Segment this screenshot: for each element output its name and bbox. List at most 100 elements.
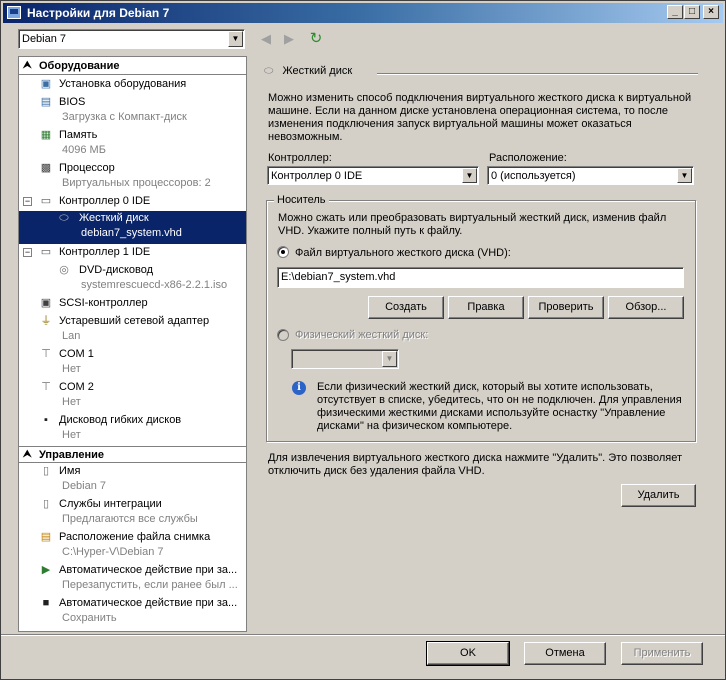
inspect-button[interactable]: Проверить bbox=[528, 296, 604, 319]
settings-window: Настройки для Debian 7 _ □ × Debian 7 ▼ … bbox=[0, 0, 726, 680]
title-bar[interactable]: Настройки для Debian 7 _ □ × bbox=[3, 3, 723, 23]
tree-item-floppy[interactable]: ▪ Дисковод гибких дисков Нет bbox=[19, 413, 246, 445]
create-button[interactable]: Создать bbox=[368, 296, 444, 319]
tree-item-label: Жесткий диск bbox=[79, 212, 149, 224]
media-description: Можно сжать или преобразовать виртуальны… bbox=[278, 212, 667, 237]
tree-item-bios[interactable]: ▤ BIOS Загрузка с Компакт-диск bbox=[19, 95, 246, 127]
chevron-down-icon[interactable]: ▼ bbox=[677, 168, 692, 183]
tree-item-ide1[interactable]: − ▭ Контроллер 1 IDE bbox=[19, 245, 246, 262]
ok-button[interactable]: OK bbox=[426, 641, 510, 666]
tree-item-dvd[interactable]: ◎ DVD-дисковод systemrescuecd-x86-2.2.1.… bbox=[19, 263, 246, 295]
tree-item-ide0[interactable]: − ▭ Контроллер 0 IDE bbox=[19, 194, 246, 211]
panel-header: ⬭ Жесткий диск bbox=[264, 65, 352, 78]
minimize-button[interactable]: _ bbox=[667, 5, 683, 19]
collapse-toggle-icon[interactable]: − bbox=[23, 197, 32, 206]
settings-tree[interactable]: ⮝ Оборудование ▣ Установка оборудования … bbox=[18, 56, 247, 632]
tree-item-label: Контроллер 0 IDE bbox=[59, 195, 151, 207]
tree-item-sub: debian7_system.vhd bbox=[81, 227, 182, 239]
panel-description: Можно изменить способ подключения виртуа… bbox=[268, 92, 692, 143]
controller-select[interactable]: Контроллер 0 IDE ▼ bbox=[267, 166, 479, 185]
hard-disk-icon: ⬭ bbox=[264, 65, 274, 77]
vhd-radio-label[interactable]: Файл виртуального жесткого диска (VHD): bbox=[295, 247, 511, 259]
tree-item-com2[interactable]: ⊤ COM 2 Нет bbox=[19, 380, 246, 412]
tree-item-label: Процессор bbox=[59, 162, 115, 174]
tree-item-memory[interactable]: ▦ Память 4096 МБ bbox=[19, 128, 246, 160]
info-icon: i bbox=[292, 381, 306, 395]
integration-services-icon: ▯ bbox=[42, 498, 50, 510]
tree-item-sub: Lan bbox=[62, 330, 81, 342]
location-label: Расположение: bbox=[489, 152, 567, 164]
tree-item-sub: Нет bbox=[62, 396, 81, 408]
tree-item-network[interactable]: ⏚ Устаревший сетевой адаптер Lan bbox=[19, 314, 246, 346]
tree-item-sub: Виртуальных процессоров: 2 bbox=[62, 177, 211, 189]
media-group-label: Носитель bbox=[274, 194, 329, 206]
back-arrow-icon[interactable]: ◀ bbox=[258, 31, 274, 47]
chevron-down-icon[interactable]: ▼ bbox=[228, 31, 243, 47]
header-divider bbox=[377, 73, 698, 75]
tree-item-scsi[interactable]: ▣ SCSI-контроллер bbox=[19, 296, 246, 313]
cancel-button[interactable]: Отмена bbox=[524, 642, 606, 665]
tree-item-hard-disk[interactable]: ⬭ Жесткий диск debian7_system.vhd bbox=[19, 211, 246, 244]
tree-item-label: Контроллер 1 IDE bbox=[59, 246, 151, 258]
vm-selector-value: Debian 7 bbox=[22, 33, 67, 45]
com-port-icon: ⊤ bbox=[41, 348, 51, 360]
section-hardware[interactable]: ⮝ Оборудование bbox=[19, 58, 246, 75]
collapse-icon[interactable]: ⮝ bbox=[23, 60, 32, 71]
tree-item-sub: Нет bbox=[62, 363, 81, 375]
physical-disk-radio[interactable] bbox=[277, 329, 289, 341]
section-hardware-label: Оборудование bbox=[39, 60, 120, 72]
info-text: Если физический жесткий диск, который вы… bbox=[317, 381, 682, 432]
tree-item-label: COM 2 bbox=[59, 381, 94, 393]
apply-button[interactable]: Применить bbox=[621, 642, 703, 665]
chevron-down-icon[interactable]: ▼ bbox=[462, 168, 477, 183]
browse-button[interactable]: Обзор... bbox=[608, 296, 684, 319]
tree-item-label: Имя bbox=[59, 465, 81, 477]
section-management-label: Управление bbox=[39, 449, 105, 461]
collapse-icon[interactable]: ⮝ bbox=[23, 449, 32, 460]
tree-item-integration[interactable]: ▯ Службы интеграции Предлагаются все слу… bbox=[19, 497, 246, 529]
vm-selector[interactable]: Debian 7 ▼ bbox=[18, 29, 245, 49]
tree-item-label: Устаревший сетевой адаптер bbox=[59, 315, 210, 327]
tree-item-sub: Сохранить bbox=[62, 612, 117, 624]
tree-item-sub: C:\Hyper-V\Debian 7 bbox=[62, 546, 164, 558]
maximize-button[interactable]: □ bbox=[684, 5, 700, 19]
physical-disk-select[interactable]: ▼ bbox=[291, 349, 399, 369]
tree-item-name[interactable]: ▯ Имя Debian 7 bbox=[19, 464, 246, 496]
tree-item-sub: Перезапустить, если ранее был ... bbox=[62, 579, 238, 591]
section-management[interactable]: ⮝ Управление bbox=[19, 446, 246, 463]
auto-start-icon: ▶ bbox=[41, 564, 51, 576]
vhd-radio[interactable] bbox=[277, 246, 289, 258]
tree-item-sub: Нет bbox=[62, 429, 81, 441]
chevron-down-icon[interactable]: ▼ bbox=[382, 351, 397, 367]
footer-divider bbox=[1, 634, 725, 636]
tree-item-processor[interactable]: ▩ Процессор Виртуальных процессоров: 2 bbox=[19, 161, 246, 193]
remove-button[interactable]: Удалить bbox=[621, 484, 696, 507]
physical-disk-radio-label[interactable]: Физический жесткий диск: bbox=[295, 329, 428, 341]
tree-item-sub: Предлагаются все службы bbox=[62, 513, 198, 525]
close-button[interactable]: × bbox=[703, 5, 719, 19]
refresh-icon[interactable]: ↻ bbox=[308, 31, 324, 47]
remove-description: Для извлечения виртуального жесткого дис… bbox=[268, 452, 683, 477]
tree-item-sub: 4096 МБ bbox=[62, 144, 106, 156]
vhd-path-input[interactable]: E:\debian7_system.vhd bbox=[277, 267, 684, 288]
tree-item-snapshot[interactable]: ▤ Расположение файла снимка C:\Hyper-V\D… bbox=[19, 530, 246, 562]
hard-disk-icon: ⬭ bbox=[59, 212, 69, 224]
name-icon: ▯ bbox=[42, 465, 50, 477]
tree-item-auto-stop[interactable]: ■ Автоматическое действие при за... Сохр… bbox=[19, 596, 246, 628]
tree-item-label: COM 1 bbox=[59, 348, 94, 360]
tree-item-com1[interactable]: ⊤ COM 1 Нет bbox=[19, 347, 246, 379]
tree-item-label: Дисковод гибких дисков bbox=[59, 414, 182, 426]
tree-item-sub: Загрузка с Компакт-диск bbox=[62, 111, 187, 123]
scsi-icon: ▣ bbox=[40, 297, 52, 309]
edit-button[interactable]: Правка bbox=[448, 296, 524, 319]
location-select[interactable]: 0 (используется) ▼ bbox=[487, 166, 694, 185]
tree-item-add-hardware[interactable]: ▣ Установка оборудования bbox=[19, 77, 246, 94]
collapse-toggle-icon[interactable]: − bbox=[23, 248, 32, 257]
tree-item-label: Расположение файла снимка bbox=[59, 531, 211, 543]
forward-arrow-icon[interactable]: ▶ bbox=[281, 31, 297, 47]
tree-item-label: SCSI-контроллер bbox=[59, 297, 148, 309]
tree-item-auto-start[interactable]: ▶ Автоматическое действие при за... Пере… bbox=[19, 563, 246, 595]
tree-item-label: Автоматическое действие при за... bbox=[59, 564, 238, 576]
ide-controller-icon: ▭ bbox=[40, 246, 52, 258]
details-pane: ⬭ Жесткий диск Можно изменить способ под… bbox=[254, 56, 708, 632]
